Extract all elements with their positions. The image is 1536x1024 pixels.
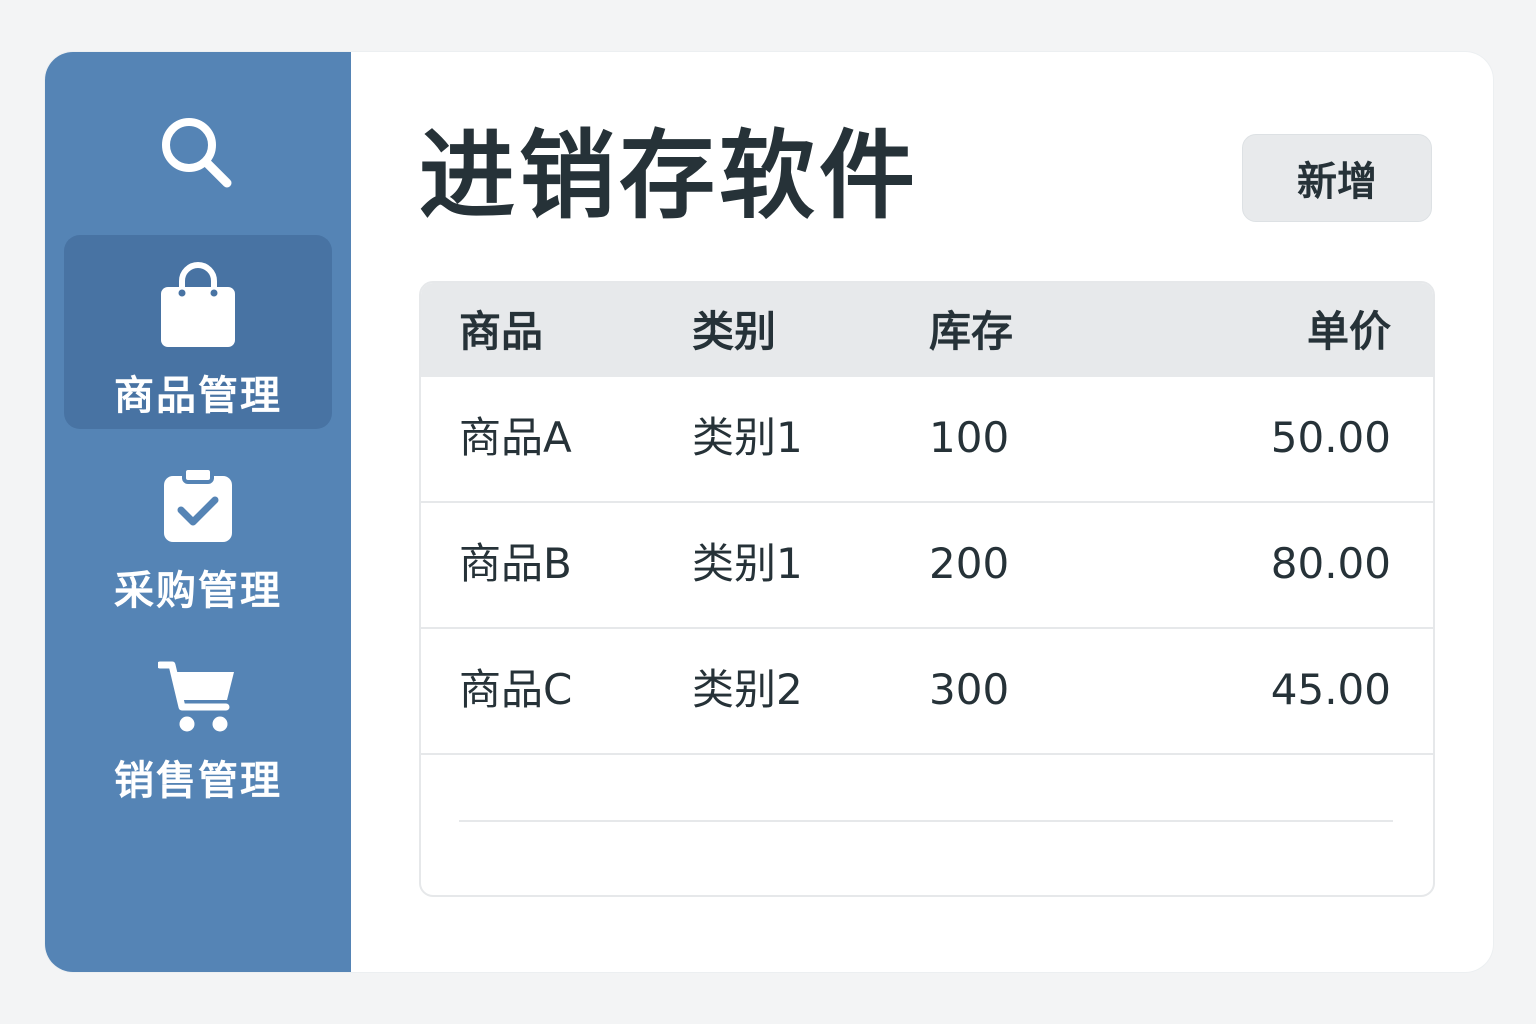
column-header-product[interactable]: 商品 [459,307,543,357]
product-table: 商品 类别 库存 单价 商品A 类别1 100 50.00 商品B 类别1 20… [419,281,1435,897]
main-content: 进销存软件 新增 商品 类别 库存 单价 商品A 类别1 100 50.00 商… [351,52,1493,972]
stock-cell: 200 [929,539,1010,588]
table-row[interactable]: 商品C 类别2 300 45.00 [421,629,1433,755]
clipboard-check-icon [164,468,232,542]
app-window: 商品管理 采购管理 销售管理 进销存软件 新增 商品 类别 库存 单价 商品A … [45,52,1493,972]
category-cell: 类别1 [692,539,803,588]
table-row[interactable]: 商品B 类别1 200 80.00 [421,503,1433,629]
table-header: 商品 类别 库存 单价 [421,283,1433,377]
sidebar-item-label: 销售管理 [114,758,282,804]
sidebar-item-sales-management[interactable]: 销售管理 [64,648,332,842]
category-cell: 类别2 [692,665,803,714]
add-button[interactable]: 新增 [1242,134,1432,222]
product-cell: 商品B [459,539,572,588]
product-cell: 商品A [459,413,572,462]
shopping-cart-icon [158,661,234,732]
stock-cell: 300 [929,665,1010,714]
price-cell: 45.00 [1270,665,1391,714]
search-button[interactable] [154,110,240,196]
search-icon [162,118,232,188]
product-cell: 商品C [459,665,573,714]
sidebar: 商品管理 采购管理 销售管理 [45,52,351,972]
sidebar-item-label: 商品管理 [114,373,282,419]
stock-cell: 100 [929,413,1010,462]
page-title: 进销存软件 [419,120,919,232]
row-divider [459,820,1393,822]
column-header-stock[interactable]: 库存 [929,307,1013,357]
sidebar-item-purchase-management[interactable]: 采购管理 [64,454,332,648]
column-header-price[interactable]: 单价 [1307,307,1391,357]
sidebar-item-product-management[interactable]: 商品管理 [64,235,332,429]
shopping-bag-icon [161,262,235,347]
price-cell: 80.00 [1270,539,1391,588]
table-row[interactable]: 商品A 类别1 100 50.00 [421,377,1433,503]
category-cell: 类别1 [692,413,803,462]
column-header-category[interactable]: 类别 [692,307,776,357]
price-cell: 50.00 [1270,413,1391,462]
sidebar-item-label: 采购管理 [114,568,282,614]
